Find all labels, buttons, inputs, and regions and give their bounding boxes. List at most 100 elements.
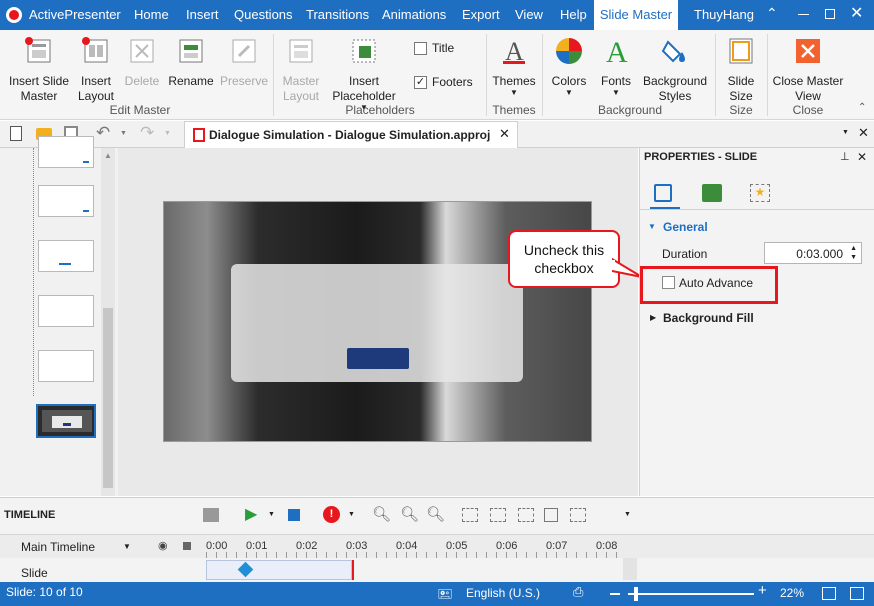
zoom-level[interactable]: 22%: [780, 586, 804, 600]
user-name[interactable]: ThuyHang: [694, 0, 754, 30]
app-logo-icon[interactable]: [6, 7, 22, 23]
slide-thumbnail[interactable]: [38, 136, 94, 168]
minimize-icon[interactable]: [798, 14, 809, 15]
tab-animations[interactable]: Animations: [382, 0, 446, 30]
close-panel-icon[interactable]: ✕: [857, 150, 867, 164]
slide-thumbnail-selected[interactable]: [36, 404, 96, 438]
maximize-icon[interactable]: [825, 9, 835, 19]
notes-icon[interactable]: ⎙: [573, 584, 583, 600]
visibility-eye-icon[interactable]: ◉: [158, 539, 168, 552]
zoom-out-icon[interactable]: 🔍︎: [400, 505, 419, 523]
tab-home[interactable]: Home: [134, 0, 169, 30]
thumbnails-scrollbar[interactable]: ▲: [101, 148, 115, 496]
duration-spinner-icon[interactable]: ▲ ▼: [850, 244, 857, 262]
ribbon-options-icon[interactable]: ⌃: [766, 6, 778, 20]
timeline-options-icon[interactable]: ▼: [624, 511, 631, 518]
slide-size-button[interactable]: Slide Size: [718, 36, 764, 104]
main-timeline-dropdown-icon[interactable]: ▼: [123, 542, 131, 551]
playhead-line[interactable]: [352, 560, 354, 580]
close-master-view-button[interactable]: Close Master View: [770, 36, 846, 104]
slide-thumbnail[interactable]: [38, 295, 94, 327]
stop-icon[interactable]: [288, 509, 300, 521]
tab-slide-master[interactable]: Slide Master: [594, 0, 678, 30]
colors-button[interactable]: Colors ▼: [546, 36, 592, 97]
timeline-slide-track[interactable]: [206, 560, 352, 580]
instruction-callout: Uncheck this checkbox: [508, 230, 620, 288]
record-icon[interactable]: !: [323, 506, 340, 523]
themes-button[interactable]: A Themes ▼: [490, 36, 538, 97]
keyframe-diamond[interactable]: [237, 561, 254, 578]
tab-transitions[interactable]: Transitions: [306, 0, 369, 30]
zoom-to-fit-icon[interactable]: 🔍︎: [372, 505, 391, 523]
play-dropdown-icon[interactable]: ▼: [268, 511, 275, 518]
general-section-expand-icon[interactable]: ▼: [648, 222, 656, 231]
delete-button[interactable]: Delete: [120, 36, 164, 89]
properties-tab-effects-icon[interactable]: ★: [750, 184, 770, 202]
tab-insert[interactable]: Insert: [186, 0, 219, 30]
title-bar: ActivePresenter Home Insert Questions Tr…: [0, 0, 874, 30]
master-layout-button[interactable]: Master Layout: [276, 36, 326, 104]
preserve-button[interactable]: Preserve: [218, 36, 270, 89]
fit-icon[interactable]: [518, 508, 534, 522]
rename-button[interactable]: Rename: [166, 36, 216, 89]
align-left-icon[interactable]: [462, 508, 478, 522]
general-section-title[interactable]: General: [663, 220, 708, 234]
duration-input[interactable]: 0:03.000 ▲ ▼: [764, 242, 862, 264]
document-tab-title: Dialogue Simulation - Dialogue Simulatio…: [209, 128, 491, 142]
timeline-scrollbar[interactable]: [623, 558, 637, 580]
insert-slide-master-button[interactable]: Insert Slide Master: [4, 36, 74, 104]
fit-to-window-icon[interactable]: [822, 587, 836, 600]
tab-questions[interactable]: Questions: [234, 0, 293, 30]
document-tab[interactable]: Dialogue Simulation - Dialogue Simulatio…: [184, 121, 518, 148]
crop-icon[interactable]: [544, 508, 558, 522]
title-checkbox[interactable]: [414, 42, 427, 55]
timeline-layer-icon[interactable]: [203, 508, 219, 522]
play-icon[interactable]: ▶: [245, 504, 257, 524]
pin-icon[interactable]: ⊥: [840, 150, 850, 163]
document-toolbar: ↶ ▼ ↷ ▼ Dialogue Simulation - Dialogue S…: [0, 121, 874, 148]
language-label[interactable]: English (U.S.): [466, 586, 540, 600]
new-file-icon[interactable]: [10, 126, 22, 141]
undo-dropdown-icon[interactable]: ▼: [120, 130, 127, 137]
slide-thumbnail[interactable]: [38, 350, 94, 382]
properties-tab-general-icon[interactable]: [654, 184, 672, 202]
background-styles-button[interactable]: Background Styles: [640, 36, 710, 104]
zoom-in-icon[interactable]: 🔍︎: [426, 505, 445, 523]
insert-placeholder-button[interactable]: Insert Placeholder ▼: [326, 36, 402, 112]
redo-dropdown-icon[interactable]: ▼: [164, 130, 171, 137]
properties-tab-transition-icon[interactable]: [702, 184, 722, 202]
close-document-icon[interactable]: ✕: [858, 125, 869, 141]
fullscreen-icon[interactable]: [850, 587, 864, 600]
fonts-button[interactable]: A Fonts ▼: [594, 36, 638, 97]
background-fill-expand-icon[interactable]: ▶: [650, 313, 656, 322]
record-dropdown-icon[interactable]: ▼: [348, 511, 355, 518]
background-fill-section-title[interactable]: Background Fill: [663, 311, 754, 325]
slide-thumbnail[interactable]: [38, 240, 94, 272]
collapse-ribbon-icon[interactable]: ⌃: [858, 102, 866, 113]
split-icon[interactable]: [570, 508, 586, 522]
close-tab-icon[interactable]: ✕: [499, 126, 510, 142]
tab-export[interactable]: Export: [462, 0, 500, 30]
auto-advance-checkbox[interactable]: [662, 276, 675, 289]
slide-thumbnail[interactable]: [38, 185, 94, 217]
tab-view[interactable]: View: [515, 0, 543, 30]
slide-size-icon: [729, 38, 753, 64]
insert-layout-button[interactable]: Insert Layout: [74, 36, 118, 104]
lock-icon[interactable]: [183, 542, 191, 550]
redo-icon[interactable]: ↷: [140, 123, 154, 143]
dialog-button[interactable]: [347, 348, 409, 369]
close-window-icon[interactable]: ✕: [850, 5, 863, 23]
timeline-tick: 0:04: [396, 540, 418, 552]
callout-text: Uncheck this checkbox: [523, 242, 605, 276]
undo-icon[interactable]: ↶: [96, 123, 110, 143]
scroll-thumb[interactable]: [103, 308, 113, 488]
tab-list-dropdown-icon[interactable]: ▼: [842, 129, 849, 136]
zoom-slider[interactable]: [628, 587, 754, 601]
zoom-out-button[interactable]: [610, 593, 620, 595]
align-right-icon[interactable]: [490, 508, 506, 522]
footers-checkbox[interactable]: ✓: [414, 76, 427, 89]
scroll-up-icon[interactable]: ▲: [104, 151, 112, 160]
zoom-in-button[interactable]: +: [758, 582, 767, 599]
zoom-slider-thumb[interactable]: [634, 587, 638, 601]
tab-help[interactable]: Help: [560, 0, 587, 30]
